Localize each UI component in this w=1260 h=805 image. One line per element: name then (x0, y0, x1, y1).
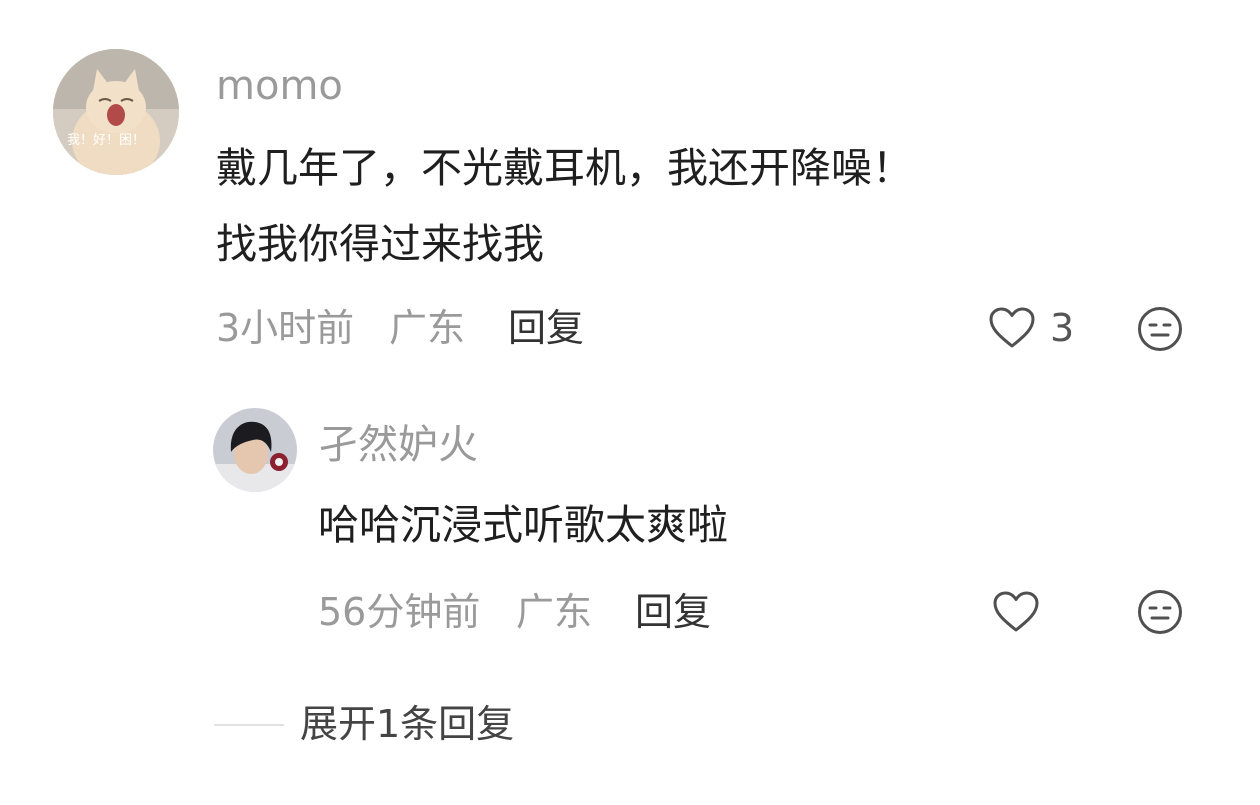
heart-icon[interactable] (992, 590, 1040, 634)
meh-face-icon[interactable] (1137, 589, 1183, 635)
reply-avatar-image (213, 408, 297, 492)
avatar-caption: 我！好！困！ (67, 133, 146, 148)
meh-face-icon[interactable] (1137, 306, 1183, 352)
avatar[interactable]: 我！好！困！ (53, 49, 179, 175)
expand-divider (214, 724, 284, 726)
heart-icon[interactable] (988, 306, 1036, 350)
reply-avatar[interactable] (213, 408, 297, 492)
comment-timestamp: 3小时前 (216, 306, 355, 350)
comment-text-line-1: 戴几年了，不光戴耳机，我还开降噪！ (216, 144, 913, 192)
reply-location: 广东 (516, 590, 593, 634)
comment-location: 广东 (389, 306, 466, 350)
comment-reply-button[interactable]: 回复 (508, 305, 584, 351)
comment-username[interactable]: momo (216, 62, 343, 110)
expand-replies-button[interactable]: 展开1条回复 (300, 701, 514, 747)
comment-like-count: 3 (1050, 306, 1075, 350)
comment-text-line-2: 找我你得过来找我 (216, 220, 544, 268)
reply-timestamp: 56分钟前 (318, 590, 481, 634)
reply-reply-button[interactable]: 回复 (635, 589, 711, 635)
avatar-cat-image (53, 49, 179, 175)
reply-text: 哈哈沉浸式听歌太爽啦 (318, 501, 728, 549)
reply-username[interactable]: 孑然妒火 (318, 421, 478, 469)
